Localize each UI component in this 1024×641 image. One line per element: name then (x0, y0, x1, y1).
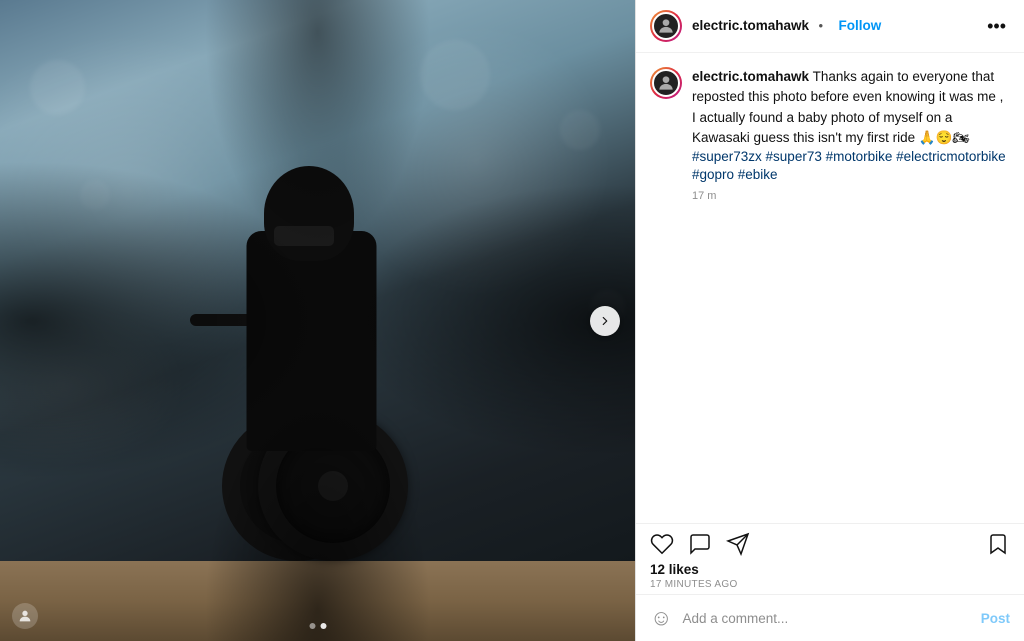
header-avatar-ring (650, 10, 682, 42)
header-dot: • (819, 18, 824, 33)
follow-button[interactable]: Follow (839, 18, 882, 33)
post-comment-button[interactable]: Post (981, 611, 1010, 626)
bookmark-button[interactable] (986, 532, 1010, 556)
share-button[interactable] (726, 532, 750, 556)
dot-2 (320, 623, 326, 629)
comment-input[interactable] (682, 611, 980, 626)
caption-area: electric.tomahawk Thanks again to everyo… (636, 53, 1024, 523)
likes-count: 12 likes (650, 562, 1010, 577)
comment-box: ☺ Post (636, 594, 1024, 641)
header-user-info: electric.tomahawk • Follow (692, 17, 983, 35)
header-avatar[interactable] (652, 12, 680, 40)
more-options-button[interactable]: ••• (983, 16, 1010, 37)
next-photo-button[interactable] (590, 306, 620, 336)
post-time-ago: 17 MINUTES AGO (650, 579, 1010, 590)
caption-username[interactable]: electric.tomahawk (692, 69, 809, 84)
caption-avatar-ring (650, 67, 682, 99)
like-button[interactable] (650, 532, 674, 556)
caption-hashtags[interactable]: #super73zx #super73 #motorbike #electric… (692, 149, 1006, 182)
action-icons-left (650, 532, 750, 556)
frame-overlay (0, 0, 635, 641)
caption-time: 17 m (692, 190, 1010, 202)
caption-text-block: electric.tomahawk Thanks again to everyo… (692, 67, 1010, 202)
dot-1 (309, 623, 315, 629)
post-detail-panel: electric.tomahawk • Follow ••• electric.… (635, 0, 1024, 641)
photo-dots-indicator (309, 623, 326, 629)
post-photo (0, 0, 635, 641)
header-username[interactable]: electric.tomahawk (692, 18, 809, 33)
caption-avatar[interactable] (652, 69, 680, 97)
photo-user-icon[interactable] (12, 603, 38, 629)
comment-button[interactable] (688, 532, 712, 556)
action-icons-row (650, 532, 1010, 556)
actions-bar: 12 likes 17 MINUTES AGO (636, 523, 1024, 594)
post-header: electric.tomahawk • Follow ••• (636, 0, 1024, 53)
caption-row: electric.tomahawk Thanks again to everyo… (650, 67, 1010, 202)
emoji-button[interactable]: ☺ (650, 605, 672, 631)
